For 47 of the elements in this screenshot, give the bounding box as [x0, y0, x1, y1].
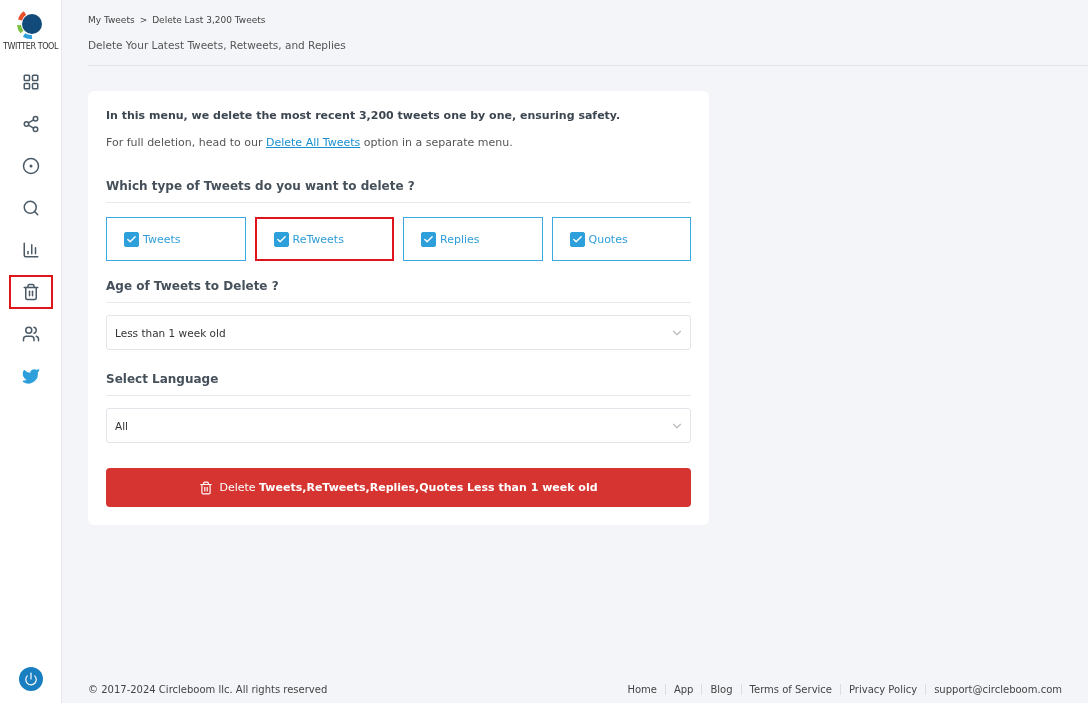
- checkbox[interactable]: [273, 231, 289, 247]
- section-heading: Which type of Tweets do you want to delete ?: [106, 179, 691, 203]
- language-select[interactable]: All: [106, 408, 691, 443]
- footer-link[interactable]: Home: [619, 683, 665, 695]
- copyright-text: © 2017-2024 Circleboom llc. All rights reserved: [88, 683, 328, 695]
- checkbox[interactable]: [124, 231, 139, 247]
- check-icon: [126, 233, 137, 245]
- logo-caption: TWITTER TOOL: [2, 42, 59, 51]
- footer-link[interactable]: Privacy Policy: [840, 683, 926, 695]
- checkbox[interactable]: [421, 231, 436, 247]
- page-subtitle: Delete Your Latest Tweets, Retweets, and Replies: [88, 39, 1088, 66]
- option-label: Quotes: [588, 232, 628, 246]
- network-icon: [21, 115, 40, 133]
- option-label: ReTweets: [292, 232, 344, 246]
- people-icon: [21, 325, 40, 343]
- target-icon: [21, 157, 40, 175]
- dashboard-icon: [21, 73, 40, 91]
- select-value: All: [115, 419, 129, 432]
- section-heading: Select Language: [106, 372, 691, 396]
- trash-icon: [199, 480, 214, 495]
- section-heading: Age of Tweets to Delete ?: [106, 279, 691, 303]
- breadcrumb-link[interactable]: My Tweets: [88, 15, 135, 25]
- select-value: Less than 1 week old: [115, 326, 226, 339]
- breadcrumb-link[interactable]: Delete Last 3,200 Tweets: [152, 15, 266, 25]
- sidebar-item[interactable]: [8, 275, 53, 309]
- check-icon: [275, 233, 287, 245]
- bar-chart-icon: [21, 241, 40, 259]
- power-icon: [23, 672, 38, 686]
- note-text: For full deletion, head to our Delete All Tweets option in a separate menu.: [106, 136, 514, 149]
- option-label: Tweets: [143, 232, 181, 246]
- delete-all-link[interactable]: Delete All Tweets: [266, 136, 361, 149]
- intro-text: In this menu, we delete the most recent 3,200 tweets one by one, ensuring safety.: [106, 109, 622, 122]
- breadcrumb-separator: >: [139, 15, 148, 25]
- trash-icon: [21, 283, 40, 301]
- footer-link[interactable]: Blog: [701, 683, 741, 695]
- checkbox[interactable]: [569, 231, 585, 247]
- footer-link[interactable]: App: [664, 683, 702, 695]
- check-icon: [423, 233, 434, 245]
- search-icon: [21, 199, 40, 217]
- bird-icon: [21, 367, 40, 385]
- check-icon: [571, 233, 583, 245]
- delete-button[interactable]: Delete Tweets,ReTweets,Replies,Quotes Less than 1 week old: [106, 468, 691, 507]
- option-label: Replies: [440, 232, 480, 246]
- power-button[interactable]: [18, 667, 43, 691]
- age-select[interactable]: Less than 1 week old: [106, 315, 691, 350]
- footer-link[interactable]: support@circleboom.com: [925, 683, 1070, 695]
- footer-link[interactable]: Terms of Service: [740, 683, 840, 695]
